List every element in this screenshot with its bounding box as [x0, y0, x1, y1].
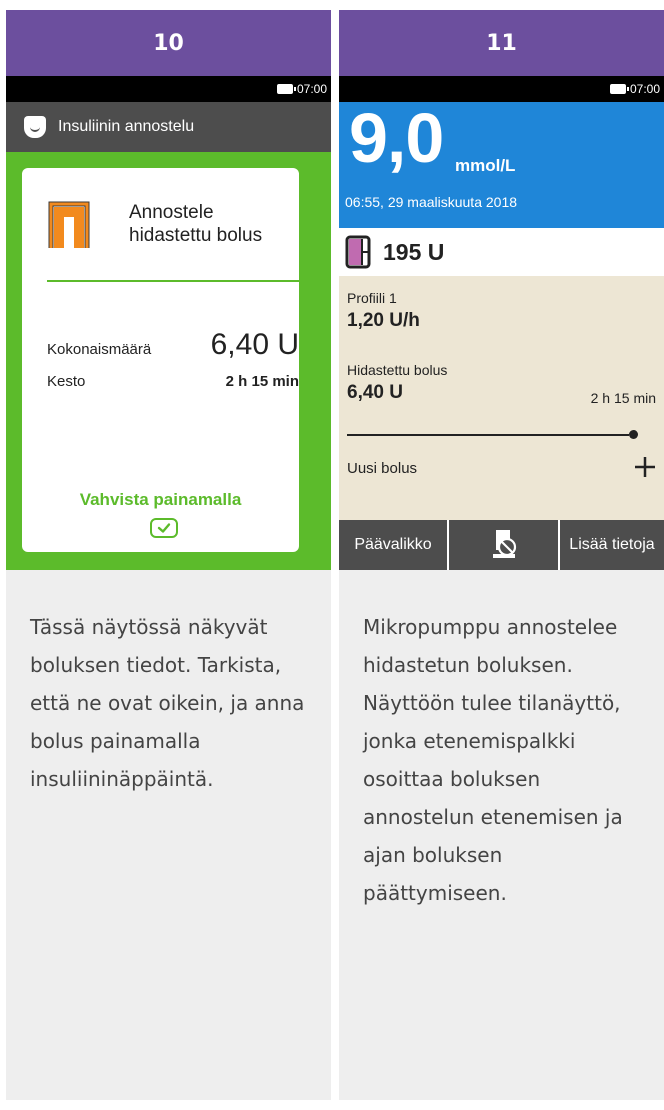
- glucose-timestamp: 06:55, 29 maaliskuuta 2018: [345, 194, 518, 210]
- pump-icon: [24, 116, 46, 138]
- confirm-frame: Annostele hidastettu bolus Kokonaismäärä…: [6, 152, 331, 570]
- glucose-value: 9,0: [349, 99, 444, 177]
- new-bolus-label[interactable]: Uusi bolus: [347, 460, 654, 477]
- screen-title-bar: Insuliinin annostelu: [6, 102, 331, 152]
- card-heading: Annostele hidastettu bolus: [129, 202, 263, 246]
- bolus-summary-card: Annostele hidastettu bolus Kokonaismäärä…: [22, 168, 299, 552]
- more-info-label: Lisää tietoja: [569, 536, 655, 553]
- glucose-panel[interactable]: 9,0 mmol/L 06:55, 29 maaliskuuta 2018: [339, 99, 664, 228]
- step-11-panel: 11 07:00 9,0 mmol/L 06:55, 29 maaliskuut…: [339, 10, 664, 1100]
- duration-row: Kesto 2 h 15 min: [47, 373, 299, 390]
- plus-icon[interactable]: [634, 456, 656, 478]
- softkey-bar: Päävalikko Lisää tietoja: [339, 520, 664, 570]
- bolus-remaining-time: 2 h 15 min: [590, 390, 656, 406]
- bolus-type-label: Hidastettu bolus: [347, 362, 448, 378]
- duration-value: 2 h 15 min: [225, 373, 299, 390]
- device-screen: 07:00 9,0 mmol/L 06:55, 29 maaliskuuta 2…: [339, 76, 664, 570]
- basal-profile-label: Profiili 1: [347, 290, 397, 306]
- device-screen: 07:00 Insuliinin annostelu Annostele hid…: [6, 76, 331, 570]
- step-number-header: 11: [339, 10, 664, 76]
- bolus-progress-bar: [347, 434, 629, 436]
- total-value: 6,40 U: [210, 328, 299, 361]
- reservoir-row: 195 U: [339, 228, 664, 276]
- confirm-text: Vahvista painamalla: [79, 490, 242, 509]
- battery-icon: [609, 84, 629, 94]
- basal-rate[interactable]: 1,20 U/h: [347, 310, 654, 332]
- screen-title: Insuliinin annostelu: [58, 118, 195, 135]
- main-menu-label: Päävalikko: [354, 536, 432, 553]
- step-caption: Mikropumppu annostelee hidastetun boluks…: [363, 615, 623, 905]
- glucose-unit: mmol/L: [455, 156, 516, 175]
- step-10-panel: 10 07:00 Insuliinin annostelu Annostele …: [6, 10, 331, 1100]
- total-label: Kokonaismäärä: [47, 341, 152, 358]
- total-row: Kokonaismäärä 6,40 U: [47, 328, 299, 362]
- status-area: Profiili 1 1,20 U/h Hidastettu bolus 6,4…: [339, 276, 664, 520]
- step-number-header: 10: [6, 10, 331, 76]
- reservoir-icon: [345, 235, 371, 269]
- status-time: 07:00: [296, 82, 327, 96]
- extended-bolus-icon: [48, 201, 90, 248]
- more-info-button[interactable]: Lisää tietoja: [560, 520, 664, 570]
- step-number: 10: [153, 30, 184, 56]
- duration-label: Kesto: [47, 373, 86, 390]
- divider: [47, 280, 299, 282]
- main-menu-button[interactable]: Päävalikko: [339, 520, 447, 570]
- battery-icon: [276, 84, 296, 94]
- status-time: 07:00: [629, 82, 660, 96]
- reservoir-value: 195 U: [383, 238, 445, 265]
- bolus-progress-indicator: [629, 430, 638, 439]
- pump-suspend-button[interactable]: [449, 520, 558, 570]
- step-number: 11: [486, 30, 517, 56]
- card-header: Annostele hidastettu bolus: [47, 198, 289, 250]
- status-bar: 07:00: [6, 76, 331, 102]
- check-icon[interactable]: [150, 518, 178, 538]
- step-caption: Tässä näytössä näkyvät boluksen tiedot. …: [30, 615, 305, 791]
- pump-suspend-icon: [492, 530, 516, 558]
